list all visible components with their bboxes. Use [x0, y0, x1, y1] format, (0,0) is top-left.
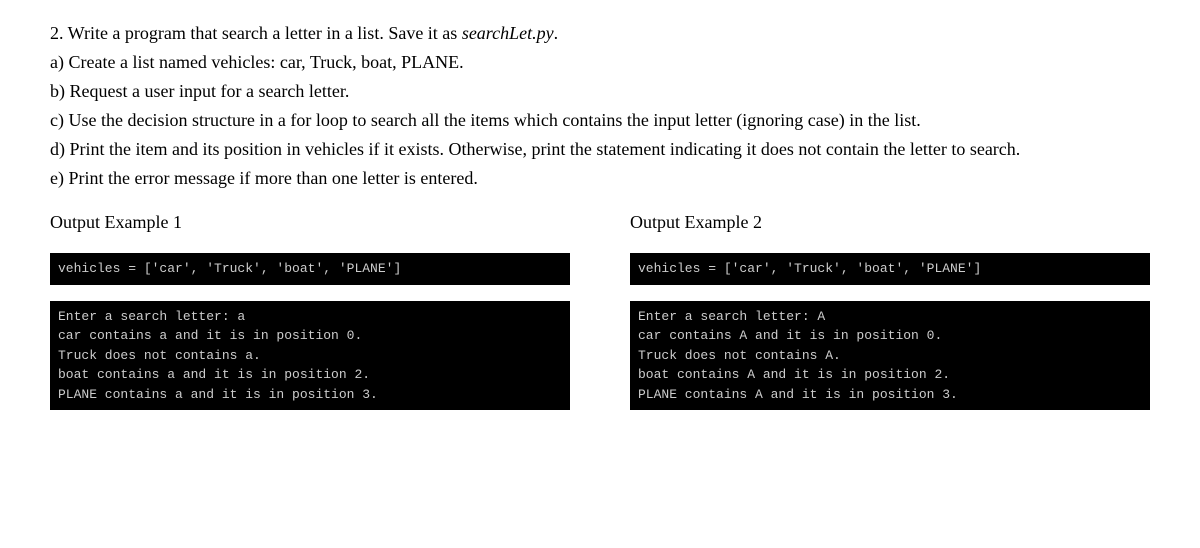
example-1-heading: Output Example 1: [50, 212, 570, 233]
terminal-output: vehicles = ['car', 'Truck', 'boat', 'PLA…: [638, 259, 981, 279]
terminal-output: Enter a search letter: a car contains a …: [58, 307, 378, 405]
examples-row: Output Example 1 vehicles = ['car', 'Tru…: [50, 212, 1150, 426]
example-2-terminal-2: Enter a search letter: A car contains A …: [630, 301, 1150, 411]
question-line-1-prefix: 2. Write a program that search a letter …: [50, 23, 462, 43]
example-2-heading: Output Example 2: [630, 212, 1150, 233]
example-1-column: Output Example 1 vehicles = ['car', 'Tru…: [50, 212, 570, 426]
question-text: 2. Write a program that search a letter …: [50, 20, 1150, 192]
terminal-output: Enter a search letter: A car contains A …: [638, 307, 958, 405]
question-line-1: 2. Write a program that search a letter …: [50, 20, 1150, 47]
question-line-b: b) Request a user input for a search let…: [50, 78, 1150, 105]
question-line-d: d) Print the item and its position in ve…: [50, 136, 1150, 163]
terminal-output: vehicles = ['car', 'Truck', 'boat', 'PLA…: [58, 259, 401, 279]
question-line-1-filename: searchLet.py: [462, 23, 554, 43]
example-2-column: Output Example 2 vehicles = ['car', 'Tru…: [630, 212, 1150, 426]
question-line-e: e) Print the error message if more than …: [50, 165, 1150, 192]
example-1-terminal-1: vehicles = ['car', 'Truck', 'boat', 'PLA…: [50, 253, 570, 285]
example-2-terminal-1: vehicles = ['car', 'Truck', 'boat', 'PLA…: [630, 253, 1150, 285]
question-line-a: a) Create a list named vehicles: car, Tr…: [50, 49, 1150, 76]
question-line-1-suffix: .: [554, 23, 559, 43]
question-line-c: c) Use the decision structure in a for l…: [50, 107, 1150, 134]
example-1-terminal-2: Enter a search letter: a car contains a …: [50, 301, 570, 411]
